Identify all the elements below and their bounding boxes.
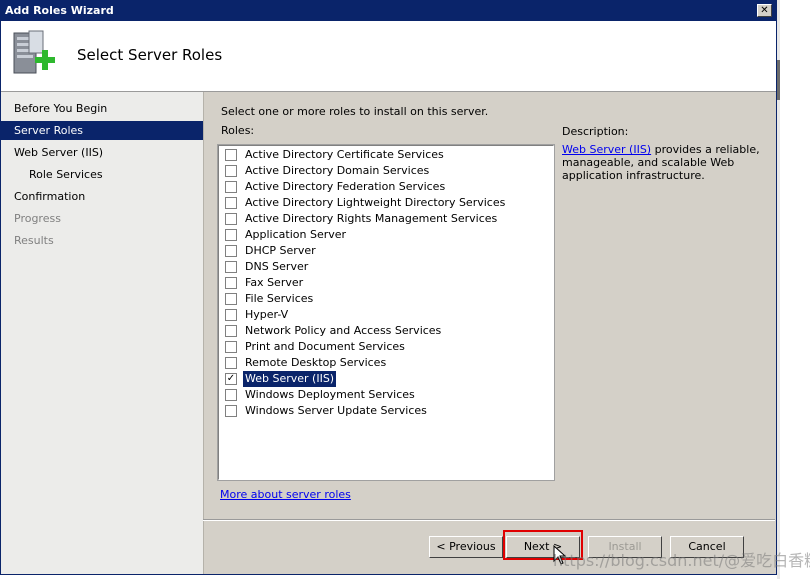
role-item[interactable]: Active Directory Certificate Services [223,147,543,163]
description-link[interactable]: Web Server (IIS) [562,143,651,156]
nav-item-before-you-begin[interactable]: Before You Begin [1,99,203,118]
role-item[interactable]: DNS Server [223,259,543,275]
role-checkbox[interactable] [225,245,237,257]
roles-label: Roles: [221,124,255,137]
scrollbar-thumb[interactable] [777,60,780,100]
role-checkbox[interactable] [225,181,237,193]
role-checkbox[interactable] [225,213,237,225]
role-item[interactable]: File Services [223,291,543,307]
title-bar[interactable]: Add Roles Wizard ✕ [1,1,776,21]
role-checkbox-checked[interactable]: ✓ [225,373,237,385]
page-scrollbar[interactable] [777,0,810,579]
role-item[interactable]: Hyper-V [223,307,543,323]
watermark-text: https://blog.csdn.net/@爱吃白香糖 [553,551,810,570]
role-checkbox[interactable] [225,197,237,209]
role-item[interactable]: DHCP Server [223,243,543,259]
nav-item-progress: Progress [14,212,61,225]
description-text: Web Server (IIS) provides a reliable, ma… [562,143,760,182]
nav-item-web-server[interactable]: Web Server (IIS) [1,143,203,162]
role-item[interactable]: Windows Deployment Services [223,387,543,403]
role-item[interactable]: Active Directory Domain Services [223,163,543,179]
nav-item-server-roles[interactable]: Server Roles [1,121,203,140]
role-checkbox[interactable] [225,229,237,241]
role-item[interactable]: Print and Document Services [223,339,543,355]
role-checkbox[interactable] [225,325,237,337]
wizard-nav: Before You Begin Server Roles Web Server… [1,92,204,574]
role-item[interactable]: Fax Server [223,275,543,291]
role-checkbox[interactable] [225,389,237,401]
role-item[interactable]: Active Directory Rights Management Servi… [223,211,543,227]
nav-item-confirmation[interactable]: Confirmation [1,187,203,206]
previous-button[interactable]: < Previous [429,536,503,558]
nav-item-results: Results [14,234,54,247]
role-checkbox[interactable] [225,165,237,177]
role-item[interactable]: Windows Server Update Services [223,403,543,419]
wizard-header: Select Server Roles [1,21,776,92]
role-item[interactable]: Remote Desktop Services [223,355,543,371]
role-item[interactable]: Active Directory Lightweight Directory S… [223,195,543,211]
role-checkbox[interactable] [225,261,237,273]
role-item[interactable]: Network Policy and Access Services [223,323,543,339]
role-checkbox[interactable] [225,293,237,305]
role-item-web-server[interactable]: ✓ Web Server (IIS) [223,371,543,387]
role-checkbox[interactable] [225,405,237,417]
role-checkbox[interactable] [225,341,237,353]
nav-item-role-services[interactable]: Role Services [1,165,203,184]
server-add-icon [13,30,55,74]
roles-list[interactable]: Active Directory Certificate Services Ac… [217,144,555,481]
role-checkbox[interactable] [225,309,237,321]
close-icon: ✕ [760,5,769,16]
page-title: Select Server Roles [77,46,223,64]
close-button[interactable]: ✕ [757,4,772,17]
button-separator [203,519,775,521]
role-item[interactable]: Active Directory Federation Services [223,179,543,195]
role-checkbox[interactable] [225,277,237,289]
instruction-text: Select one or more roles to install on t… [221,105,489,118]
more-about-roles-link[interactable]: More about server roles [220,488,351,501]
role-checkbox[interactable] [225,149,237,161]
description-label: Description: [562,125,629,138]
role-item[interactable]: Application Server [223,227,543,243]
window-title: Add Roles Wizard [5,4,114,17]
role-checkbox[interactable] [225,357,237,369]
